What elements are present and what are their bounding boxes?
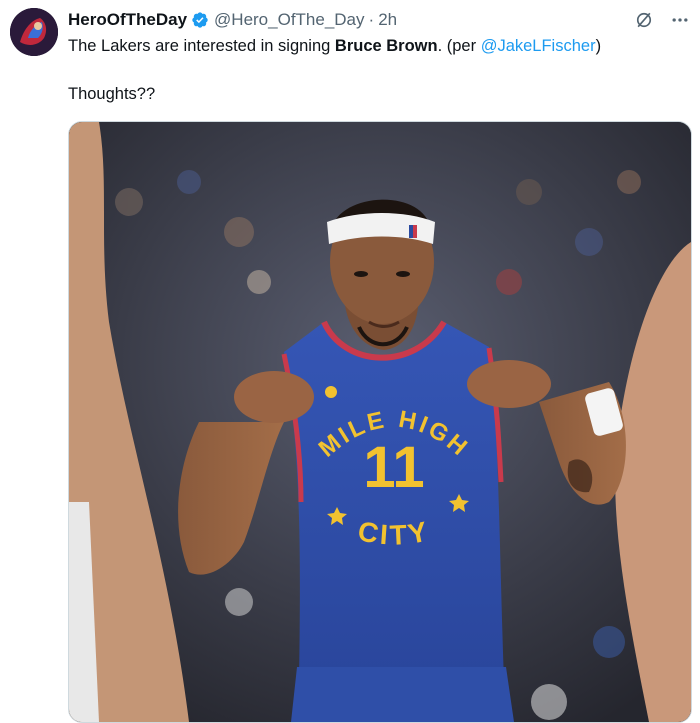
header-actions: [634, 10, 690, 30]
separator-dot: ·: [368, 10, 375, 29]
tweet[interactable]: HeroOfTheDay @Hero_OfThe_Day · 2h The La…: [0, 0, 700, 723]
jersey-bottom-text-path: CITY: [355, 515, 429, 551]
avatar[interactable]: [10, 8, 58, 56]
avatar-image: [10, 8, 58, 56]
tweet-text-part: ): [595, 37, 602, 55]
tweet-text-part: The Lakers are interested in signing: [68, 37, 335, 55]
author-name[interactable]: HeroOfTheDay: [68, 10, 187, 30]
photo-basketball-player: 11 MILE HIGH CITY: [69, 122, 691, 722]
author-handle[interactable]: @Hero_OfThe_Day: [214, 10, 365, 30]
tweet-photo[interactable]: 11 MILE HIGH CITY: [68, 121, 692, 723]
bold-player-name: Bruce Brown: [334, 37, 438, 55]
verified-badge-icon: [192, 12, 208, 28]
tweet-text-second-line: Thoughts??: [68, 85, 156, 103]
grok-icon[interactable]: [634, 10, 654, 30]
mention-link[interactable]: @JakeLFischer: [481, 37, 596, 55]
tweet-header: HeroOfTheDay @Hero_OfThe_Day · 2h: [68, 8, 690, 32]
jersey-number: 11: [363, 435, 424, 500]
jersey-bottom-text: CITY: [355, 515, 432, 551]
tweet-text: The Lakers are interested in signing Bru…: [68, 34, 690, 58]
more-icon[interactable]: [670, 10, 690, 30]
timestamp[interactable]: 2h: [378, 10, 397, 30]
tweet-text-part: . (per: [437, 37, 481, 55]
